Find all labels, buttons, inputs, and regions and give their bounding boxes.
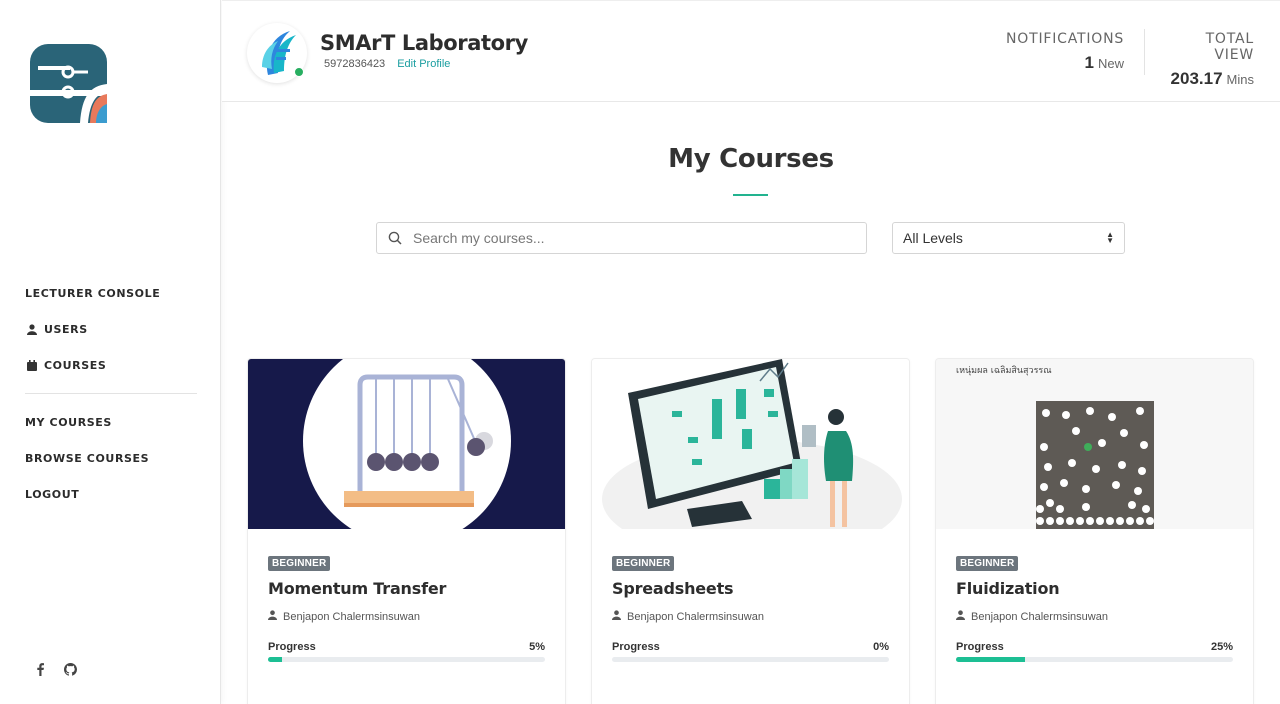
sidebar-item-my-courses[interactable]: MY COURSES [25,404,197,440]
author-name: Benjapon Chalermsinsuwan [627,610,764,623]
course-author: Benjapon Chalermsinsuwan [612,610,889,623]
profile-meta: 5972836423 Edit Profile [324,58,450,70]
progress-label: Progress [956,641,1004,653]
progress-fill [956,657,1026,662]
social-links [33,660,77,678]
sidebar-nav: LECTURER CONSOLE USERS COURSES MY COURSE… [25,285,197,512]
sidebar-item-logout[interactable]: LOGOUT [25,476,197,512]
user-icon [268,610,277,623]
select-arrows-icon: ▲ ▼ [1106,230,1114,245]
course-card[interactable]: เหนุ่มผล เฉลิมสินสุวรรณ BEGINNER Fluidiz… [935,358,1254,704]
edit-profile-link[interactable]: Edit Profile [397,58,450,70]
console-title: LECTURER CONSOLE [25,286,161,300]
search-input[interactable] [413,224,866,252]
notifications-stat[interactable]: NOTIFICATIONS 1 New [1006,31,1124,73]
course-title[interactable]: Spreadsheets [612,579,889,598]
title-underline [733,194,768,196]
sidebar-item-label: USERS [44,322,88,336]
course-author: Benjapon Chalermsinsuwan [956,610,1233,623]
user-icon [612,610,621,623]
total-view-value: 203.17 Mins [1162,69,1254,89]
sidebar-item-users[interactable]: USERS [25,311,197,347]
profile-id: 5972836423 [324,58,386,70]
notifications-label: NOTIFICATIONS [1006,31,1125,47]
progress-bar [956,657,1233,662]
progress-bar [612,657,889,662]
notifications-unit: New [1097,56,1124,71]
online-status-dot [294,67,304,77]
level-badge: BEGINNER [268,556,331,571]
profile-header: SMArT Laboratory 5972836423 Edit Profile… [222,0,1280,102]
progress-percent: 5% [529,641,545,653]
level-badge: BEGINNER [612,556,675,571]
nav-divider [25,393,197,394]
progress-bar [268,657,545,662]
app-logo[interactable] [30,44,107,123]
sidebar: LECTURER CONSOLE USERS COURSES MY COURSE… [0,0,221,704]
stat-divider [1144,29,1145,75]
notifications-count: 1 [1084,53,1094,72]
sidebar-item-browse-courses[interactable]: BROWSE COURSES [25,440,197,476]
course-author: Benjapon Chalermsinsuwan [268,610,545,623]
author-name: Benjapon Chalermsinsuwan [283,610,420,623]
facebook-icon[interactable] [33,660,47,678]
progress-percent: 0% [873,641,889,653]
level-badge: BEGINNER [956,556,1019,571]
search-icon [377,231,413,245]
sidebar-item-courses[interactable]: COURSES [25,347,197,383]
course-card[interactable]: BEGINNER Spreadsheets Benjapon Chalermsi… [591,358,910,704]
calendar-icon [25,359,38,372]
github-icon[interactable] [63,660,77,678]
course-title[interactable]: Momentum Transfer [268,579,545,598]
progress-row: Progress 5% [268,641,545,653]
course-card[interactable]: BEGINNER Momentum Transfer Benjapon Chal… [247,358,566,704]
user-icon [956,610,965,623]
author-name: Benjapon Chalermsinsuwan [971,610,1108,623]
course-title[interactable]: Fluidization [956,579,1233,598]
course-thumbnail [248,359,565,529]
progress-row: Progress 0% [612,641,889,653]
search-box[interactable] [376,222,867,254]
notifications-value: 1 New [1006,53,1124,73]
total-view-stat: TOTAL VIEW 203.17 Mins [1162,31,1254,89]
total-view-label: TOTAL VIEW [1205,31,1254,63]
progress-fill [268,657,282,662]
level-filter-value: All Levels [903,230,963,246]
user-icon [25,323,38,336]
course-thumbnail [592,359,909,529]
progress-label: Progress [612,641,660,653]
page-title: My Courses [668,144,834,174]
progress-row: Progress 25% [956,641,1233,653]
total-view-unit: Mins [1226,72,1254,87]
level-filter-select[interactable]: All Levels ▲ ▼ [892,222,1125,254]
progress-percent: 25% [1210,641,1233,653]
course-thumbnail: เหนุ่มผล เฉลิมสินสุวรรณ [936,359,1253,529]
sidebar-item-label: COURSES [44,358,107,372]
progress-label: Progress [268,641,316,653]
profile-name: SMArT Laboratory [320,31,528,55]
total-view-number: 203.17 [1170,69,1223,88]
